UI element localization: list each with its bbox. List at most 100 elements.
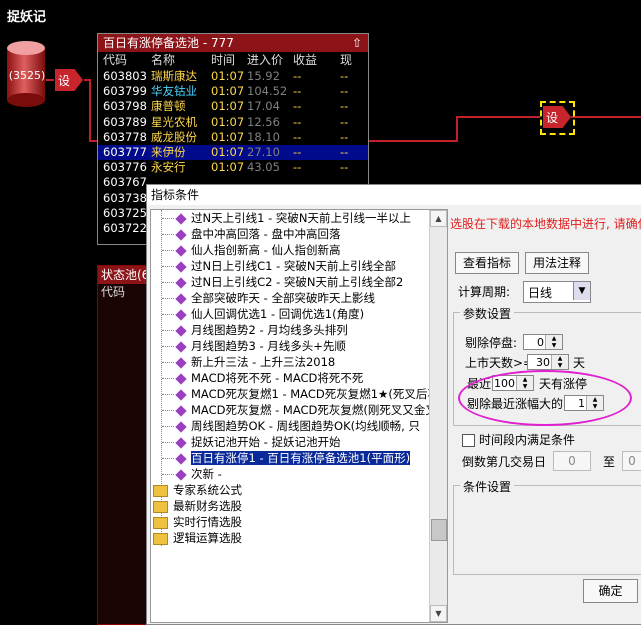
tree-folder[interactable]: 专家系统公式 [151,482,242,498]
tree-connector [162,282,174,283]
tree-formula-item[interactable]: 仙人回调优选1 - 回调优选1(角度) [162,306,364,322]
tree-formula-item[interactable]: 月线图趋势3 - 月线多头+先顺 [162,338,346,354]
cell-name: 华友钴业 [151,84,197,99]
pin-icon[interactable]: ⇧ [352,34,362,52]
tree-folder[interactable]: 最新财务选股 [151,498,242,514]
col-code[interactable]: 代码 [103,52,127,69]
table-row[interactable]: 603778 威龙股份 01:07 18.10 -- -- [98,130,368,145]
connector-line [456,116,540,118]
tree-formula-item[interactable]: 过N天上引线1 - 突破N天前上引线一半以上 [162,210,411,226]
tree-folder[interactable]: 实时行情选股 [151,514,242,530]
cell-gain: -- [293,84,302,99]
cell-time: 01:07 [211,160,245,175]
tree-connector [162,458,174,459]
chevron-down-icon[interactable]: ▼ [573,282,590,300]
tree-formula-item[interactable]: 过N日上引线C1 - 突破N天前上引线全部 [162,258,396,274]
tree-item-label: 月线图趋势2 - 月均线多头排列 [191,323,348,337]
formula-icon [175,340,187,353]
cell-code: 603803 [103,69,147,83]
tree-folder[interactable]: 逻辑运算选股 [151,530,242,546]
cell-price: 12.56 [247,114,280,129]
tree-item-label: 全部突破昨天 - 全部突破昨天上影线 [191,291,375,305]
formula-icon [175,260,187,273]
tree-connector [162,426,174,427]
tree-formula-item[interactable]: 新上升三法 - 上升三法2018 [162,354,335,370]
col-price[interactable]: 进入价 [247,52,283,69]
tree-formula-item[interactable]: 月线图趋势2 - 月均线多头排列 [162,322,348,338]
tree-connector [162,298,174,299]
cell-time: 01:07 [211,84,245,99]
tree-connector [162,474,174,475]
tree-formula-item[interactable]: 百日有涨停1 - 百日有涨停备选池1(平面形) [162,450,411,466]
tree-formula-item[interactable]: 周线图趋势OK - 周线图趋势OK(均线顺畅, 只 [162,418,420,434]
table-row[interactable]: 603789 星光农机 01:07 12.56 -- -- [98,115,368,130]
tree-item-label: MACD将死不死 - MACD将死不死 [191,371,364,385]
cell-gain: -- [293,99,302,114]
cell-gain: -- [293,160,302,175]
cond-group-title: 条件设置 [460,478,515,495]
stepper-arrows-icon[interactable]: ▲ ▼ [551,355,568,369]
tree-formula-item[interactable]: 盘中冲高回落 - 盘中冲高回落 [162,226,340,242]
col-gain[interactable]: 收益 [293,52,317,69]
period-checkbox[interactable] [462,434,475,447]
tree-formula-item[interactable]: 仙人指创新高 - 仙人指创新高 [162,242,340,258]
tree-connector [162,218,174,219]
table-row[interactable]: 603777 来伊份 01:07 27.10 -- -- [98,144,368,161]
cell-time: 01:07 [211,99,245,114]
table-row[interactable]: 603776 永安行 01:07 43.05 -- -- [98,160,368,175]
tree-connector [162,330,174,331]
tree-formula-item[interactable]: MACD将死不死 - MACD将死不死 [162,370,363,386]
tree-item-label: MACD死灰复燃1 - MACD死灰复燃1★(死叉后再 [191,387,439,401]
cell-now: -- [340,129,349,144]
table-row[interactable]: 603803 瑞斯康达 01:07 15.92 -- -- [98,69,368,84]
day-from-field[interactable]: 0 [553,451,591,471]
view-indicator-button[interactable]: 查看指标 [455,252,519,274]
tree-connector [162,362,174,363]
cell-price: 15.92 [247,69,280,83]
col-now[interactable]: 现 [340,52,352,69]
period-select[interactable]: 日线 ▼ [523,281,591,303]
cell-code: 603778 [103,129,147,144]
cell-now: -- [340,160,349,175]
tree-formula-item[interactable]: 过N日上引线C2 - 突破N天前上引线全部2 [162,274,403,290]
scroll-down-icon[interactable]: ▼ [430,605,447,622]
tree-formula-item[interactable]: 次新 - [162,466,222,482]
cell-name: 瑞斯康达 [151,69,197,83]
cell-gain: -- [293,144,302,159]
usage-notes-button[interactable]: 用法注释 [525,252,589,274]
cond-group [453,485,641,575]
day-to-field[interactable]: 0 [622,451,641,471]
scroll-thumb[interactable] [431,519,447,541]
tree-scrollbar[interactable]: ▲ ▼ [429,210,447,622]
cell-price: 43.05 [247,160,280,175]
p2-stepper[interactable]: 30 ▲ ▼ [527,354,569,370]
tree-formula-item[interactable]: MACD死灰复燃 - MACD死灰复燃(刚死叉又金叉 [162,402,437,418]
tree-formula-item[interactable]: 捉妖记池开始 - 捉妖记池开始 [162,434,340,450]
col-name[interactable]: 名称 [151,52,175,69]
formula-icon [175,308,187,321]
stepper-arrows-icon[interactable]: ▲ ▼ [545,335,562,349]
dialog-title: 指标条件 [147,185,641,205]
connector-line [46,79,54,81]
tree-item-label: 仙人回调优选1 - 回调优选1(角度) [191,307,365,321]
indicator-condition-dialog[interactable]: 指标条件 过N天上引线1 - 突破N天前上引线一半以上 盘中冲高回落 - 盘中冲高… [146,184,641,625]
cell-code: 603799 [103,84,147,99]
pool-title-bar[interactable]: 百日有涨停备选池 - 777 ⇧ [98,34,368,52]
formula-icon [175,292,187,305]
set-node[interactable]: 设 [55,69,83,91]
ok-button[interactable]: 确定 [583,579,638,603]
formula-icon [175,212,187,225]
table-row[interactable]: 603798 康普顿 01:07 17.04 -- -- [98,99,368,114]
formula-tree[interactable]: 过N天上引线1 - 突破N天前上引线一半以上 盘中冲高回落 - 盘中冲高回落 仙人指… [150,209,448,623]
scroll-up-icon[interactable]: ▲ [430,210,447,227]
table-row[interactable]: 603799 华友钴业 01:07 104.52 -- -- [98,84,368,99]
status-col-code: 代码 [101,285,126,299]
status-pool-window[interactable]: 状态池(6 代码 [97,265,149,625]
col-time[interactable]: 时间 [211,52,235,69]
p1-stepper[interactable]: 0 ▲ ▼ [523,334,563,350]
tree-item-label: 次新 - [191,467,222,481]
tree-formula-item[interactable]: MACD死灰复燃1 - MACD死灰复燃1★(死叉后再 [162,386,439,402]
cell-time: 01:07 [211,144,245,159]
app-title: 捉妖记 [7,10,47,25]
tree-formula-item[interactable]: 全部突破昨天 - 全部突破昨天上影线 [162,290,375,306]
